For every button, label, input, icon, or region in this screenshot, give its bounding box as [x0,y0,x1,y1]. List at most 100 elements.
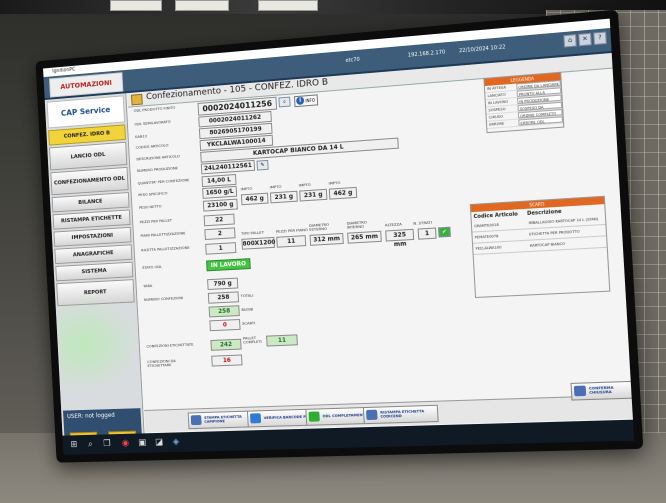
search-icon[interactable]: ⌕ [278,96,291,108]
ps-value: 1650 g/L [202,185,238,199]
home-icon[interactable]: ⌂ [563,34,577,48]
task-view-icon[interactable]: ❐ [101,438,113,450]
folder-icon [131,93,143,106]
pallet-done-value: 11 [266,334,298,347]
count-total: 258 [207,291,240,304]
qty-label: QUANTITA' PER CONFEZIONE [137,177,190,186]
pal-value: 2 [204,227,236,241]
tare-value: 462 g [328,186,358,200]
conf-label: NUMERO CONFEZIONI [143,295,184,302]
edit-icon[interactable]: ✎ [256,159,269,171]
explorer-icon[interactable]: ▣ [136,437,148,449]
legend-panel: LEGGENDA IN ATTESA ORDINE DA LANCIARE LAN… [483,71,565,134]
tara-label: TARA [143,283,153,289]
info-button[interactable]: i INFO [294,94,319,108]
barcode-icon [249,413,262,424]
lot-value: 24L240112561 [200,159,256,175]
pal-label: PIANI PALLETTIZZAZIONE [140,230,186,238]
rest-label: CONFEZIONI DA ETICHETTARE [147,358,176,369]
sidebar-item-lancio-odl[interactable]: LANCIO ODL [49,141,128,171]
tare-label: IMPTO [328,179,341,186]
net-label: PESO NETTO [138,203,162,210]
tare-label: IMPTO [298,181,311,188]
reprint-label-button[interactable]: RISTAMPA ETICHETTA CODICEND [362,404,439,425]
hmi-screen: IgnitionPC AUTOMAZIONI etc70 192.168.2.1… [43,18,635,455]
printer-icon [573,385,587,397]
ip-address: 192.168.2.170 [407,49,446,59]
datetime: 22/10/2024 10:22 [458,44,506,55]
net-value: 23100 g [202,198,238,212]
app-icon[interactable]: ◪ [153,437,165,449]
shelf-label [175,0,229,11]
touch-monitor: IgnitionPC AUTOMAZIONI etc70 192.168.2.1… [35,9,644,463]
status-badge: IN LAVORO [206,258,251,272]
pallet-type: 800X1200 [241,236,276,250]
codes-table: SCARTI Codice Articolo Descrizione GRAMTE… [469,195,611,299]
count-total-tag: TOTALI [240,292,254,299]
confirm-close-button[interactable]: CONFERMA CHIUSURA [570,380,634,401]
ean-label: EAN13 [134,133,148,140]
sidebar-item-impostazioni[interactable]: IMPOSTAZIONI [53,226,132,247]
tare-label: IMPTO [240,185,253,192]
count-scrap-tag: SCARTI [242,320,256,326]
chrome-icon[interactable]: ◉ [120,438,132,450]
tare-value: 462 g [240,192,269,206]
pallet-diam-int: 265 mm [347,230,382,244]
search-icon[interactable]: ⌕ [85,439,97,451]
tare-value: 231 g [299,188,328,202]
tare-value: 231 g [269,190,298,204]
pallet-pieces: 11 [276,235,307,248]
sidebar-item-confezionamento-odl[interactable]: CONFEZIONAMENTO ODL [50,166,129,196]
pallet-header: PEZZI PER PIANO [275,226,308,234]
ppp-label: PEZZI PER PALLET [139,217,173,225]
info-label: INFO [305,97,316,104]
photo-scene: IgnitionPC AUTOMAZIONI etc70 192.168.2.1… [0,0,666,503]
printer-icon [190,415,202,426]
pallet-header: DIAMETRO INTERNO [346,219,368,230]
info-icon: i [296,96,305,106]
cap-service-logo: CAP Service [46,95,126,129]
help-icon[interactable]: ? [593,31,607,46]
pallet-done-label: PALLET COMPLETI [242,335,262,345]
pallet-header: N. STRATI [413,219,432,226]
pallet-header: DIAMETRO ESTERNO [308,221,330,233]
sidebar-item-sistema[interactable]: SISTEMA [55,261,134,282]
sidebar-item-anagrafiche[interactable]: ANAGRAFICHE [54,244,133,265]
rest-value: 16 [211,354,243,367]
printer-icon [366,409,378,421]
odl-label: ODL PRODOTTO FINITO [133,104,176,113]
count-good: 258 [208,305,240,318]
odl-sem-label: ODL SEMILAVORATO [134,118,171,127]
tara-value: 790 g [207,277,239,290]
etic-value: 242 [210,338,242,351]
desc-label: DESCRIZIONE ARTICOLO [136,153,180,162]
odl-form: ODL PRODOTTO FINITO 0002024011256 ⌕ i INF… [130,70,629,409]
ppp-value: 22 [203,213,235,227]
state-label: STATO ODL [142,263,163,270]
screen-reflection [57,293,146,394]
shelf-label [110,0,162,11]
window-title: IgnitionPC [52,66,76,75]
pallet-header: ALTEZZA [384,221,402,228]
count-good-tag: BUONI [241,306,254,312]
etic-label: CONFEZIONI ETICHETTATE [146,341,194,349]
check-icon [308,411,320,422]
pallet-height: 325 mm [385,228,415,248]
close-icon[interactable]: ✕ [578,32,592,47]
pallet-header: TIPO PALLET [240,229,264,236]
confirm-icon[interactable]: ✔ [438,226,451,238]
count-scrap: 0 [209,318,241,332]
lot-label: NUMERO PRODUZIONE [136,165,179,174]
windows-start-icon[interactable]: ⊞ [68,439,80,451]
tare-label: IMPTO [269,183,282,190]
pallet-layers: 1 [417,227,437,240]
shelf-label [258,0,318,11]
sch-value: 1 [205,242,237,255]
ps-label: PESO SPECIFICO [138,190,168,198]
sch-label: RICETTA PALLETIZZAZIONE [141,244,190,253]
user-id: etc70 [345,56,360,64]
user-status: USER: not logged [66,411,115,421]
ignition-icon[interactable]: ◈ [170,436,182,448]
sidebar: CAP Service CONFEZ. IDRO B LANCIO ODL CO… [44,93,146,455]
code-label: CODICE ARTICOLO [135,142,169,150]
